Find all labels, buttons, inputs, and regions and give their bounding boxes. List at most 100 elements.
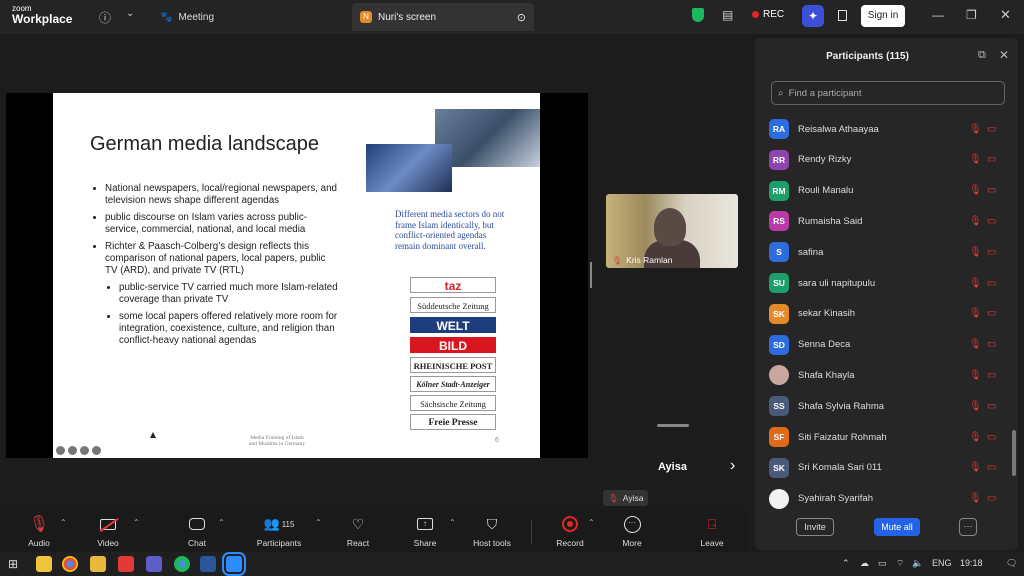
close-panel-icon[interactable]: ✕	[999, 48, 1009, 62]
gallery-pager[interactable]	[657, 424, 689, 427]
close-icon[interactable]: ✕	[1000, 7, 1011, 23]
video-off-icon[interactable]: ▭	[987, 154, 996, 165]
chat-options-caret[interactable]: ⌃	[218, 518, 225, 527]
participant-row[interactable]: SK sekar Kinasih 🎙 ▭	[755, 300, 1011, 328]
mic-muted-icon[interactable]: 🎙	[969, 216, 982, 227]
video-off-icon[interactable]: ▭	[987, 247, 996, 258]
participant-row[interactable]: Syahirah Syarifah 🎙 ▭	[755, 485, 1011, 513]
popout-icon[interactable]: ⧉	[978, 49, 986, 62]
sign-in-button[interactable]: Sign in	[861, 5, 905, 27]
mic-muted-icon[interactable]: 🎙	[969, 124, 982, 135]
chrome-icon[interactable]	[62, 556, 78, 572]
mic-muted-icon[interactable]: 🎙	[969, 401, 982, 412]
participant-row[interactable]: SU sara uli napitupulu 🎙 ▭	[755, 269, 1011, 297]
audio-options-caret[interactable]: ⌃	[60, 518, 67, 527]
tab-meeting[interactable]: 🐾 Meeting	[160, 6, 214, 28]
prev-slide-icon[interactable]	[56, 446, 65, 455]
clock[interactable]: 19:18	[960, 558, 983, 568]
host-tools-button[interactable]: ⛉ Host tools	[466, 514, 518, 549]
start-icon[interactable]: ⊞	[8, 556, 24, 572]
scrollbar[interactable]	[1012, 430, 1016, 476]
video-off-icon[interactable]: ▭	[987, 216, 996, 227]
minimize-icon[interactable]: —	[932, 8, 944, 22]
notifications-icon[interactable]: 🗨	[1006, 558, 1017, 569]
mic-muted-icon[interactable]: 🎙	[969, 462, 982, 473]
app-icon[interactable]	[118, 556, 134, 572]
video-off-icon[interactable]: ▭	[987, 339, 996, 350]
video-off-icon[interactable]: ▭	[987, 493, 996, 504]
video-off-icon[interactable]: ▭	[987, 185, 996, 196]
participants-options-caret[interactable]: ⌃	[315, 518, 322, 527]
recording-indicator[interactable]: REC	[752, 9, 784, 20]
participant-row[interactable]: RR Rendy Rizky 🎙 ▭	[755, 146, 1011, 174]
react-button[interactable]: ♡ React	[332, 514, 384, 549]
speaker-video[interactable]: 🎙 Kris Ramlan	[606, 194, 738, 268]
pen-icon[interactable]	[68, 446, 77, 455]
panel-more-button[interactable]: ···	[959, 518, 977, 536]
word-icon[interactable]	[200, 556, 216, 572]
mic-muted-icon[interactable]: 🎙	[969, 308, 982, 319]
more-options-icon[interactable]: ⊙	[517, 11, 526, 24]
tab-shared-screen[interactable]: N Nuri's screen ⊙	[352, 3, 534, 31]
teams-icon[interactable]	[146, 556, 162, 572]
mic-muted-icon[interactable]: 🎙	[969, 185, 982, 196]
participant-row[interactable]: SK Sri Komala Sari 011 🎙 ▭	[755, 454, 1011, 482]
ai-companion-icon[interactable]: ✦	[802, 5, 824, 27]
search-input[interactable]: ⌕ Find a participant	[771, 81, 1005, 105]
chrome-icon[interactable]	[174, 556, 190, 572]
participant-row[interactable]: SD Senna Deca 🎙 ▭	[755, 331, 1011, 359]
cloud-icon[interactable]: ☁	[860, 558, 869, 569]
mute-all-button[interactable]: Mute all	[874, 518, 920, 536]
participant-row[interactable]: RM Rouli Manalu 🎙 ▭	[755, 177, 1011, 205]
restore-icon[interactable]: ❐	[966, 8, 977, 22]
slide-controls[interactable]	[56, 446, 101, 455]
video-off-icon[interactable]: ▭	[987, 370, 996, 381]
shield-icon[interactable]	[692, 8, 704, 22]
zoom-icon[interactable]	[222, 552, 246, 576]
mic-muted-icon[interactable]: 🎙	[969, 370, 982, 381]
chat-button[interactable]: Chat	[171, 514, 223, 548]
video-off-icon[interactable]: ▭	[987, 278, 996, 289]
audio-button[interactable]: 🎙 Audio	[13, 514, 65, 548]
video-off-icon[interactable]: ▭	[987, 124, 996, 135]
video-off-icon[interactable]: ▭	[987, 462, 996, 473]
menu-icon[interactable]	[80, 446, 89, 455]
video-off-icon[interactable]: ▭	[987, 308, 996, 319]
language-indicator[interactable]: ENG	[932, 558, 952, 568]
participant-row[interactable]: SS Shafa Sylvia Rahma 🎙 ▭	[755, 392, 1011, 420]
chevron-right-icon[interactable]: ›	[730, 457, 735, 475]
mic-muted-icon[interactable]: 🎙	[969, 493, 982, 504]
next-slide-icon[interactable]	[92, 446, 101, 455]
mic-muted-icon[interactable]: 🎙	[969, 278, 982, 289]
participant-row[interactable]: Shafa Khayla 🎙 ▭	[755, 361, 1011, 389]
participant-row[interactable]: RA Reisalwa Athaayaa 🎙 ▭	[755, 115, 1011, 143]
app-icon[interactable]	[90, 556, 106, 572]
participant-row[interactable]: SF Siti Faizatur Rohmah 🎙 ▭	[755, 423, 1011, 451]
file-explorer-icon[interactable]	[36, 556, 52, 572]
clipboard-icon[interactable]: ▤	[722, 8, 733, 22]
share-button[interactable]: ↑ Share	[399, 514, 451, 548]
mic-muted-icon[interactable]: 🎙	[969, 339, 982, 350]
share-options-caret[interactable]: ⌃	[449, 518, 456, 527]
mic-muted-icon[interactable]: 🎙	[969, 154, 982, 165]
participant-row[interactable]: RS Rumaisha Said 🎙 ▭	[755, 207, 1011, 235]
resize-handle[interactable]	[590, 262, 592, 288]
sidebar-icon[interactable]	[838, 10, 847, 21]
video-off-icon[interactable]: ▭	[987, 401, 996, 412]
mic-muted-icon[interactable]: 🎙	[969, 432, 982, 443]
wifi-icon[interactable]: ⌔	[896, 558, 904, 569]
leave-button[interactable]: ⍈ Leave	[686, 514, 738, 549]
video-button[interactable]: Video	[82, 514, 134, 548]
record-options-caret[interactable]: ⌃	[588, 518, 595, 527]
mic-muted-icon[interactable]: 🎙	[969, 247, 982, 258]
battery-icon[interactable]: ▭	[878, 558, 887, 569]
info-icon[interactable]: ⓘ	[99, 9, 111, 26]
volume-icon[interactable]: 🔈	[912, 558, 923, 569]
participants-button[interactable]: 👥 115 Participants	[253, 514, 305, 548]
more-button[interactable]: ··· More	[606, 514, 658, 548]
video-off-icon[interactable]: ▭	[987, 432, 996, 443]
video-options-caret[interactable]: ⌃	[133, 518, 140, 527]
participant-row[interactable]: Ssafina 🎙 ▭	[755, 238, 1011, 266]
chevron-down-icon[interactable]: ⌄	[126, 8, 134, 19]
tray-chevron-icon[interactable]: ⌃	[842, 558, 850, 569]
